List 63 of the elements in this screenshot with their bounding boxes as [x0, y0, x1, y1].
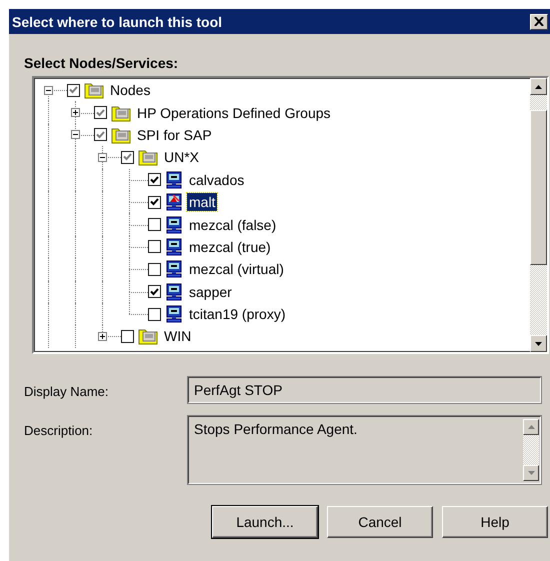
collapse-icon[interactable]	[71, 130, 80, 140]
expand-icon[interactable]	[98, 332, 107, 341]
folder-icon	[84, 81, 104, 100]
tree-item[interactable]: malt	[187, 193, 218, 212]
computer-icon	[165, 238, 183, 256]
tree-item[interactable]: mezcal (false)	[187, 216, 278, 234]
field-label: Display Name:	[24, 383, 110, 401]
checkbox[interactable]	[121, 150, 134, 164]
computer-icon	[165, 170, 183, 189]
checkbox[interactable]	[121, 330, 134, 343]
tree-item[interactable]: tcitan19 (proxy)	[187, 305, 288, 324]
folder-icon	[111, 104, 131, 122]
folder-icon	[111, 126, 131, 144]
folder-icon	[138, 327, 158, 346]
checkbox[interactable]	[148, 218, 161, 232]
checkbox[interactable]	[94, 128, 107, 142]
checkbox[interactable]	[148, 285, 161, 298]
tree-heading: Select Nodes/Services:	[24, 55, 180, 71]
scrollbar[interactable]	[523, 419, 539, 481]
computer-icon	[165, 260, 183, 278]
tree-item[interactable]: mezcal (virtual)	[187, 260, 286, 278]
checkbox[interactable]	[148, 240, 161, 254]
window-title: Select where to launch this tool	[12, 14, 222, 30]
dialog-button[interactable]: Help	[442, 506, 548, 538]
tree-item[interactable]: UN*X	[162, 148, 202, 166]
computer-icon	[165, 282, 183, 301]
checkbox[interactable]	[94, 106, 107, 120]
scroll-up-button[interactable]	[530, 78, 547, 95]
tree-item[interactable]: sapper	[187, 282, 234, 301]
down-arrow-icon	[535, 342, 542, 346]
computer-alert-icon	[165, 193, 183, 212]
scroll-down-button[interactable]	[530, 335, 547, 352]
dialog-button[interactable]: Launch...	[212, 506, 318, 538]
checkbox[interactable]	[148, 308, 161, 321]
scroll-thumb[interactable]	[530, 110, 547, 265]
scrollbar[interactable]	[530, 78, 547, 352]
collapse-icon[interactable]	[98, 152, 107, 162]
computer-icon	[165, 216, 183, 234]
checkbox[interactable]	[148, 173, 161, 186]
close-icon	[534, 17, 544, 26]
close-button[interactable]	[530, 14, 548, 30]
up-arrow-icon	[528, 425, 534, 429]
field-label: Description:	[24, 422, 94, 440]
scroll-down-button[interactable]	[523, 465, 539, 481]
checkbox[interactable]	[148, 262, 161, 276]
checkbox[interactable]	[67, 84, 80, 97]
folder-icon	[138, 148, 158, 166]
tree-item[interactable]: mezcal (true)	[187, 238, 273, 256]
display-name-field[interactable]: PerfAgt STOP	[189, 378, 540, 402]
tree-item[interactable]: WIN	[162, 327, 194, 346]
computer-icon	[165, 305, 183, 324]
checkbox[interactable]	[148, 196, 161, 209]
up-arrow-icon	[535, 84, 542, 88]
down-arrow-icon	[528, 471, 534, 475]
collapse-icon[interactable]	[44, 86, 53, 95]
tree-item[interactable]: calvados	[187, 170, 246, 189]
tree-item[interactable]: SPI for SAP	[135, 126, 214, 144]
tree-item[interactable]: HP Operations Defined Groups	[135, 104, 333, 122]
dialog-button[interactable]: Cancel	[327, 506, 433, 538]
scroll-up-button[interactable]	[523, 419, 539, 435]
description-field[interactable]: Stops Performance Agent.	[189, 417, 540, 483]
expand-icon[interactable]	[71, 108, 80, 118]
tree-item[interactable]: Nodes	[108, 81, 152, 100]
